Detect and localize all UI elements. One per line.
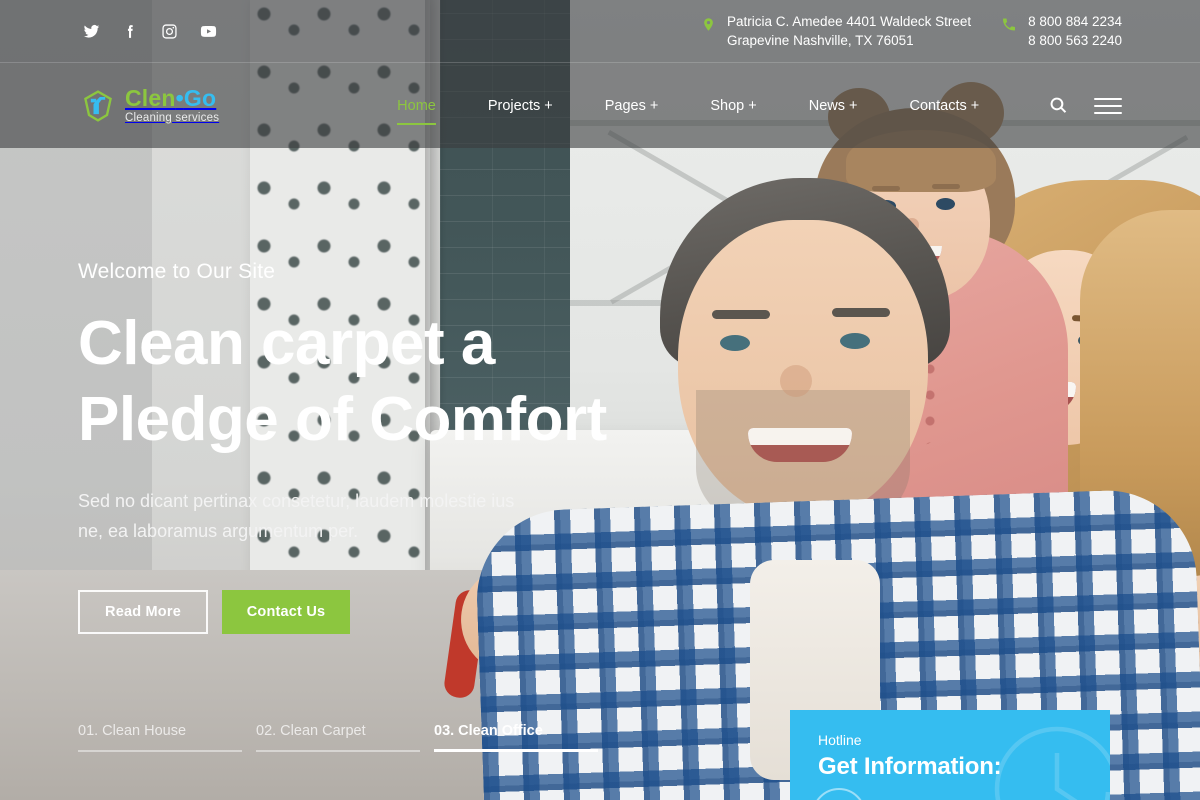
burger-line — [1094, 97, 1122, 100]
phone-icon — [1001, 15, 1017, 39]
top-contact-bar: Patricia C. Amedee 4401 Waldeck Street G… — [0, 0, 1200, 63]
search-icon[interactable] — [1048, 96, 1068, 116]
contact-us-button[interactable]: Contact Us — [222, 590, 350, 634]
logo-name-part2: Go — [183, 84, 217, 111]
spray-bottle-shield-icon — [80, 88, 116, 124]
phone-block: 8 800 884 2234 8 800 563 2240 — [1001, 12, 1122, 50]
main-navigation: Home Projects + Pages + Shop + News + Co… — [371, 98, 1006, 125]
slider-tab-clean-office[interactable]: 03. Clean Office — [434, 723, 612, 752]
phone-number-2[interactable]: 8 800 563 2240 — [1028, 31, 1122, 50]
instagram-icon[interactable] — [160, 22, 178, 40]
address-block: Patricia C. Amedee 4401 Waldeck Street G… — [701, 12, 971, 50]
hotline-label: Hotline — [818, 732, 862, 748]
logo-wordmark: Clen•Go — [125, 84, 219, 111]
logo-name-dot: • — [175, 84, 184, 111]
hero-subtitle-line-2: ne, ea laboramus argumentum per. — [78, 521, 359, 541]
nav-item-home[interactable]: Home — [371, 98, 462, 125]
hero-subtitle-line-1: Sed no dicant pertinax consetetur, laude… — [78, 491, 515, 511]
phone-number-1[interactable]: 8 800 884 2234 — [1028, 12, 1122, 31]
hamburger-menu-icon[interactable] — [1094, 97, 1122, 114]
hero-title: Clean carpet a Pledge of Comfort — [78, 306, 698, 458]
nav-item-contacts[interactable]: Contacts + — [884, 98, 1006, 114]
nav-item-projects[interactable]: Projects + — [462, 98, 579, 114]
nav-item-shop[interactable]: Shop + — [684, 98, 782, 114]
header-tools — [1048, 96, 1122, 116]
youtube-icon[interactable] — [199, 22, 217, 40]
logo-tagline: Cleaning services — [125, 111, 220, 124]
hero-title-line-2: Pledge of Comfort — [78, 385, 607, 454]
hotline-decoration-circle — [812, 788, 866, 800]
address-line-2: Grapevine Nashville, TX 76051 — [727, 33, 914, 48]
hero-title-line-1: Clean carpet a — [78, 309, 495, 378]
site-logo[interactable]: Clen•Go Cleaning services — [80, 84, 220, 125]
hero-welcome-text: Welcome to Our Site — [78, 260, 276, 283]
nav-item-pages[interactable]: Pages + — [579, 98, 685, 114]
slider-tab-label: 01. Clean House — [78, 723, 187, 739]
slider-tab-clean-carpet[interactable]: 02. Clean Carpet — [256, 723, 434, 752]
burger-line — [1094, 104, 1122, 107]
slider-tabs: 01. Clean House 02. Clean Carpet 03. Cle… — [78, 723, 612, 752]
burger-line — [1094, 111, 1122, 114]
hero-section: Welcome to Our Site Clean carpet a Pledg… — [0, 148, 1200, 800]
social-links — [82, 22, 217, 40]
slider-tab-clean-house[interactable]: 01. Clean House — [78, 723, 256, 752]
hero-buttons: Read More Contact Us — [78, 590, 1200, 634]
slider-tab-label: 03. Clean Office — [434, 723, 543, 739]
hero-subtitle: Sed no dicant pertinax consetetur, laude… — [78, 486, 588, 546]
twitter-icon[interactable] — [82, 22, 100, 40]
logo-name-part1: Clen — [125, 84, 176, 111]
hotline-title: Get Information: — [818, 753, 1002, 780]
read-more-button[interactable]: Read More — [78, 590, 208, 634]
site-header: Clen•Go Cleaning services Home Projects … — [0, 63, 1200, 148]
contact-info: Patricia C. Amedee 4401 Waldeck Street G… — [701, 12, 1122, 50]
slider-tab-label: 02. Clean Carpet — [256, 723, 366, 739]
map-pin-icon — [701, 15, 716, 39]
nav-item-news[interactable]: News + — [783, 98, 884, 114]
hotline-box[interactable]: Hotline Get Information: — [790, 710, 1110, 800]
facebook-icon[interactable] — [121, 22, 139, 40]
address-line-1: Patricia C. Amedee 4401 Waldeck Street — [727, 14, 972, 29]
